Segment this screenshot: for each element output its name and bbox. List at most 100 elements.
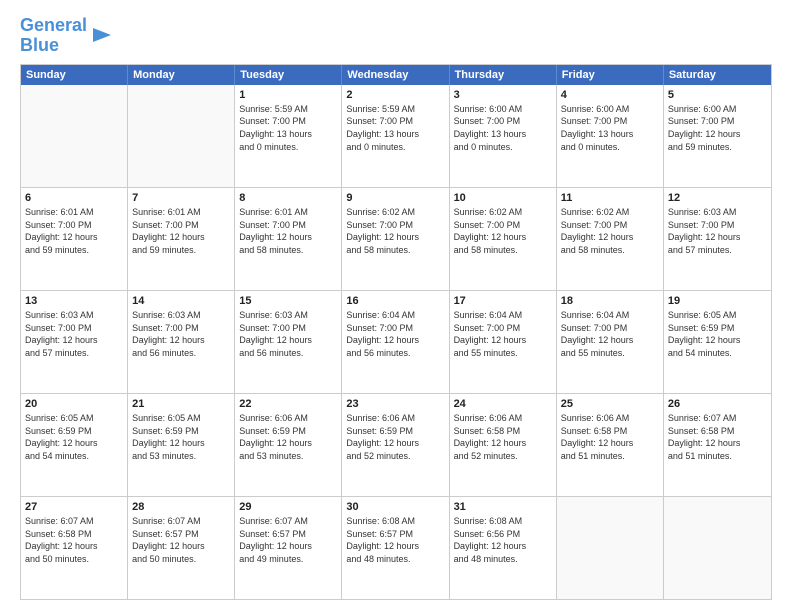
day-number: 10	[454, 191, 552, 205]
day-info: Sunrise: 6:01 AM Sunset: 7:00 PM Dayligh…	[239, 206, 337, 256]
cal-cell-day-18: 18Sunrise: 6:04 AM Sunset: 7:00 PM Dayli…	[557, 291, 664, 393]
cal-cell-day-12: 12Sunrise: 6:03 AM Sunset: 7:00 PM Dayli…	[664, 188, 771, 290]
weekday-header-monday: Monday	[128, 65, 235, 85]
day-number: 20	[25, 397, 123, 411]
calendar-header: SundayMondayTuesdayWednesdayThursdayFrid…	[21, 65, 771, 85]
header: General Blue	[20, 16, 772, 56]
cal-cell-day-14: 14Sunrise: 6:03 AM Sunset: 7:00 PM Dayli…	[128, 291, 235, 393]
day-info: Sunrise: 6:07 AM Sunset: 6:57 PM Dayligh…	[239, 515, 337, 565]
cal-cell-day-25: 25Sunrise: 6:06 AM Sunset: 6:58 PM Dayli…	[557, 394, 664, 496]
day-number: 19	[668, 294, 767, 308]
day-info: Sunrise: 6:06 AM Sunset: 6:59 PM Dayligh…	[239, 412, 337, 462]
cal-cell-day-29: 29Sunrise: 6:07 AM Sunset: 6:57 PM Dayli…	[235, 497, 342, 599]
weekday-header-tuesday: Tuesday	[235, 65, 342, 85]
day-info: Sunrise: 6:00 AM Sunset: 7:00 PM Dayligh…	[668, 103, 767, 153]
day-info: Sunrise: 6:08 AM Sunset: 6:57 PM Dayligh…	[346, 515, 444, 565]
day-number: 6	[25, 191, 123, 205]
day-info: Sunrise: 6:05 AM Sunset: 6:59 PM Dayligh…	[25, 412, 123, 462]
cal-row-3: 20Sunrise: 6:05 AM Sunset: 6:59 PM Dayli…	[21, 393, 771, 496]
day-info: Sunrise: 6:07 AM Sunset: 6:58 PM Dayligh…	[668, 412, 767, 462]
day-info: Sunrise: 6:06 AM Sunset: 6:58 PM Dayligh…	[561, 412, 659, 462]
cal-cell-day-19: 19Sunrise: 6:05 AM Sunset: 6:59 PM Dayli…	[664, 291, 771, 393]
cal-cell-day-2: 2Sunrise: 5:59 AM Sunset: 7:00 PM Daylig…	[342, 85, 449, 187]
weekday-header-sunday: Sunday	[21, 65, 128, 85]
cal-cell-day-30: 30Sunrise: 6:08 AM Sunset: 6:57 PM Dayli…	[342, 497, 449, 599]
cal-cell-day-11: 11Sunrise: 6:02 AM Sunset: 7:00 PM Dayli…	[557, 188, 664, 290]
day-number: 30	[346, 500, 444, 514]
day-info: Sunrise: 6:03 AM Sunset: 7:00 PM Dayligh…	[239, 309, 337, 359]
day-info: Sunrise: 6:05 AM Sunset: 6:59 PM Dayligh…	[668, 309, 767, 359]
day-info: Sunrise: 6:03 AM Sunset: 7:00 PM Dayligh…	[668, 206, 767, 256]
cal-cell-day-3: 3Sunrise: 6:00 AM Sunset: 7:00 PM Daylig…	[450, 85, 557, 187]
cal-cell-day-1: 1Sunrise: 5:59 AM Sunset: 7:00 PM Daylig…	[235, 85, 342, 187]
day-info: Sunrise: 5:59 AM Sunset: 7:00 PM Dayligh…	[346, 103, 444, 153]
cal-cell-day-21: 21Sunrise: 6:05 AM Sunset: 6:59 PM Dayli…	[128, 394, 235, 496]
cal-cell-day-6: 6Sunrise: 6:01 AM Sunset: 7:00 PM Daylig…	[21, 188, 128, 290]
day-info: Sunrise: 6:08 AM Sunset: 6:56 PM Dayligh…	[454, 515, 552, 565]
day-number: 12	[668, 191, 767, 205]
cal-cell-day-17: 17Sunrise: 6:04 AM Sunset: 7:00 PM Dayli…	[450, 291, 557, 393]
day-info: Sunrise: 6:02 AM Sunset: 7:00 PM Dayligh…	[561, 206, 659, 256]
cal-cell-day-9: 9Sunrise: 6:02 AM Sunset: 7:00 PM Daylig…	[342, 188, 449, 290]
day-number: 17	[454, 294, 552, 308]
cal-cell-day-8: 8Sunrise: 6:01 AM Sunset: 7:00 PM Daylig…	[235, 188, 342, 290]
day-info: Sunrise: 6:04 AM Sunset: 7:00 PM Dayligh…	[346, 309, 444, 359]
cal-cell-day-28: 28Sunrise: 6:07 AM Sunset: 6:57 PM Dayli…	[128, 497, 235, 599]
day-number: 13	[25, 294, 123, 308]
day-number: 27	[25, 500, 123, 514]
day-number: 14	[132, 294, 230, 308]
cal-cell-day-31: 31Sunrise: 6:08 AM Sunset: 6:56 PM Dayli…	[450, 497, 557, 599]
day-number: 9	[346, 191, 444, 205]
day-info: Sunrise: 6:05 AM Sunset: 6:59 PM Dayligh…	[132, 412, 230, 462]
weekday-header-thursday: Thursday	[450, 65, 557, 85]
day-info: Sunrise: 6:06 AM Sunset: 6:58 PM Dayligh…	[454, 412, 552, 462]
cal-cell-day-24: 24Sunrise: 6:06 AM Sunset: 6:58 PM Dayli…	[450, 394, 557, 496]
day-info: Sunrise: 6:03 AM Sunset: 7:00 PM Dayligh…	[132, 309, 230, 359]
day-number: 4	[561, 88, 659, 102]
day-number: 23	[346, 397, 444, 411]
cal-cell-empty	[128, 85, 235, 187]
cal-cell-day-26: 26Sunrise: 6:07 AM Sunset: 6:58 PM Dayli…	[664, 394, 771, 496]
cal-cell-day-23: 23Sunrise: 6:06 AM Sunset: 6:59 PM Dayli…	[342, 394, 449, 496]
day-number: 21	[132, 397, 230, 411]
day-number: 25	[561, 397, 659, 411]
cal-cell-empty	[21, 85, 128, 187]
page: General Blue SundayMondayTuesdayWednesda…	[0, 0, 792, 612]
day-info: Sunrise: 6:00 AM Sunset: 7:00 PM Dayligh…	[561, 103, 659, 153]
day-info: Sunrise: 6:01 AM Sunset: 7:00 PM Dayligh…	[25, 206, 123, 256]
day-info: Sunrise: 6:00 AM Sunset: 7:00 PM Dayligh…	[454, 103, 552, 153]
weekday-header-wednesday: Wednesday	[342, 65, 449, 85]
calendar-body: 1Sunrise: 5:59 AM Sunset: 7:00 PM Daylig…	[21, 85, 771, 599]
day-info: Sunrise: 6:04 AM Sunset: 7:00 PM Dayligh…	[561, 309, 659, 359]
day-number: 18	[561, 294, 659, 308]
logo: General Blue	[20, 16, 113, 56]
cal-cell-day-4: 4Sunrise: 6:00 AM Sunset: 7:00 PM Daylig…	[557, 85, 664, 187]
cal-cell-day-10: 10Sunrise: 6:02 AM Sunset: 7:00 PM Dayli…	[450, 188, 557, 290]
logo-icon	[91, 24, 113, 46]
day-info: Sunrise: 6:07 AM Sunset: 6:57 PM Dayligh…	[132, 515, 230, 565]
day-info: Sunrise: 6:03 AM Sunset: 7:00 PM Dayligh…	[25, 309, 123, 359]
day-number: 29	[239, 500, 337, 514]
day-info: Sunrise: 6:07 AM Sunset: 6:58 PM Dayligh…	[25, 515, 123, 565]
day-number: 8	[239, 191, 337, 205]
weekday-header-friday: Friday	[557, 65, 664, 85]
cal-row-0: 1Sunrise: 5:59 AM Sunset: 7:00 PM Daylig…	[21, 85, 771, 187]
day-number: 7	[132, 191, 230, 205]
cal-row-2: 13Sunrise: 6:03 AM Sunset: 7:00 PM Dayli…	[21, 290, 771, 393]
day-number: 15	[239, 294, 337, 308]
day-number: 16	[346, 294, 444, 308]
logo-text: General Blue	[20, 16, 87, 56]
day-number: 2	[346, 88, 444, 102]
day-info: Sunrise: 6:04 AM Sunset: 7:00 PM Dayligh…	[454, 309, 552, 359]
weekday-header-saturday: Saturday	[664, 65, 771, 85]
day-info: Sunrise: 6:02 AM Sunset: 7:00 PM Dayligh…	[454, 206, 552, 256]
day-info: Sunrise: 6:01 AM Sunset: 7:00 PM Dayligh…	[132, 206, 230, 256]
day-number: 31	[454, 500, 552, 514]
day-number: 11	[561, 191, 659, 205]
cal-row-4: 27Sunrise: 6:07 AM Sunset: 6:58 PM Dayli…	[21, 496, 771, 599]
day-info: Sunrise: 5:59 AM Sunset: 7:00 PM Dayligh…	[239, 103, 337, 153]
cal-cell-day-7: 7Sunrise: 6:01 AM Sunset: 7:00 PM Daylig…	[128, 188, 235, 290]
cal-cell-empty	[664, 497, 771, 599]
calendar: SundayMondayTuesdayWednesdayThursdayFrid…	[20, 64, 772, 600]
cal-cell-empty	[557, 497, 664, 599]
